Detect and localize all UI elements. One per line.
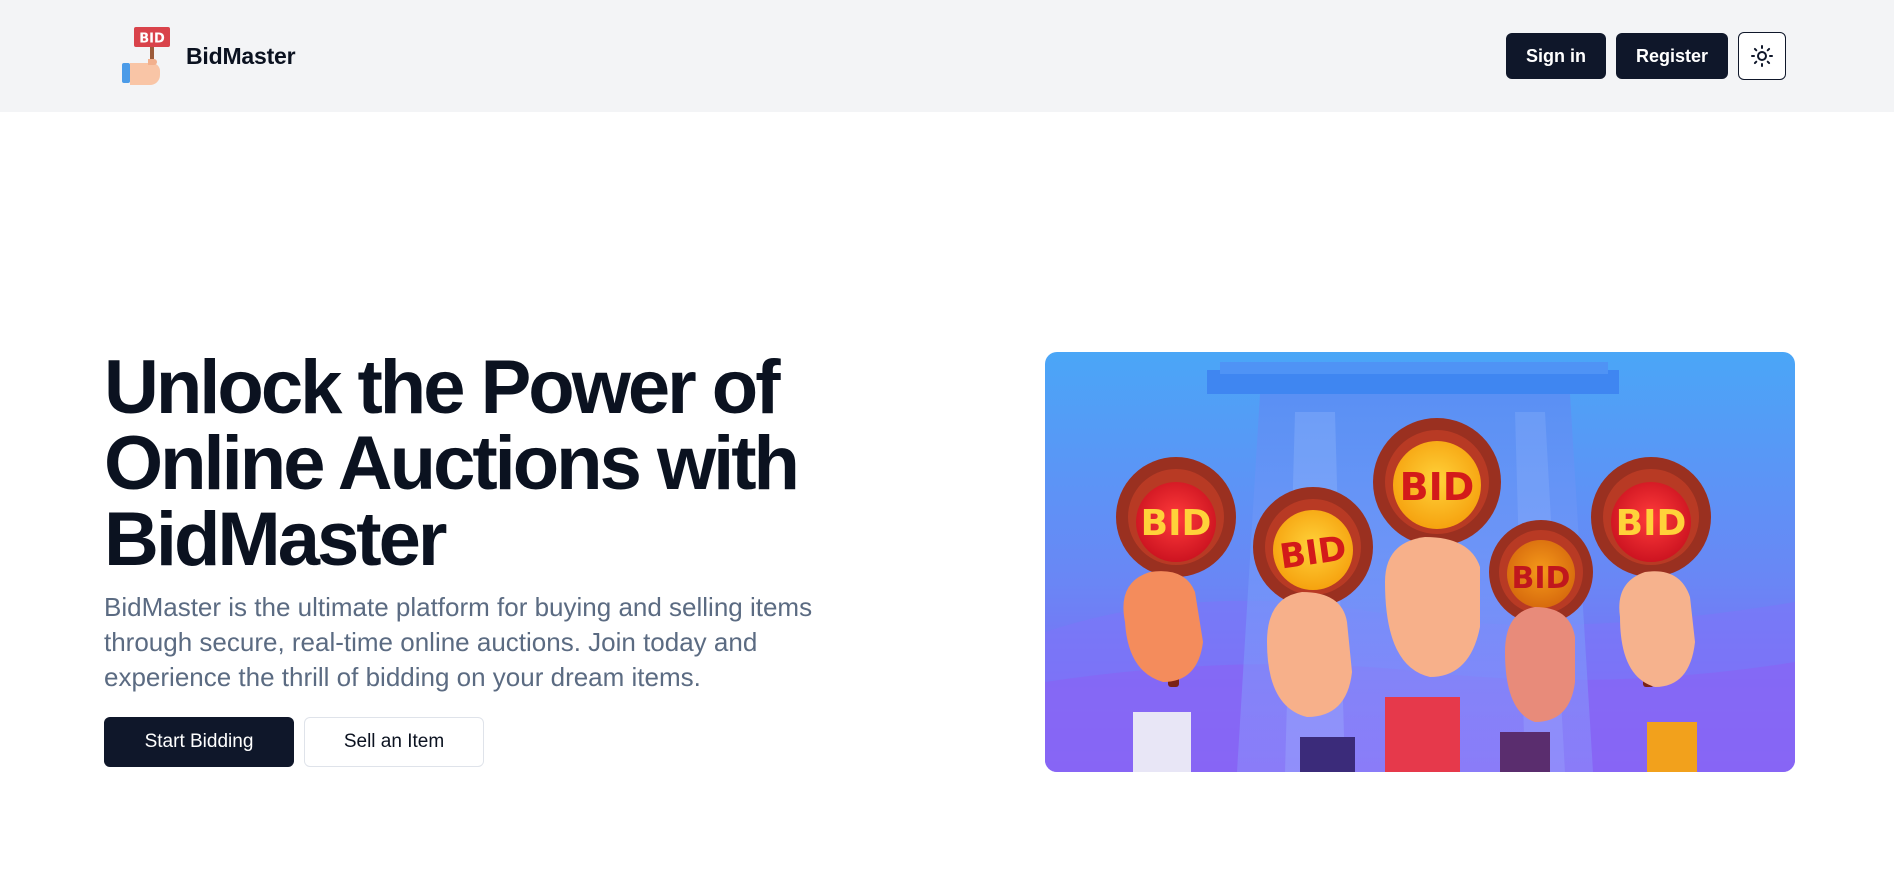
header-actions: Sign in Register	[1505, 32, 1786, 80]
bid-paddle-logo-icon: BID	[122, 27, 170, 85]
svg-text:BID: BID	[139, 32, 165, 47]
svg-text:BID: BID	[1616, 503, 1687, 544]
svg-text:BID: BID	[1400, 465, 1475, 509]
brand-link[interactable]: BID BidMaster	[120, 25, 296, 87]
svg-text:BID: BID	[1141, 503, 1212, 544]
register-button[interactable]: Register	[1615, 33, 1728, 79]
hero-buttons: Start Bidding Sell an Item	[104, 717, 864, 767]
sell-item-button[interactable]: Sell an Item	[304, 717, 484, 767]
hero-description: BidMaster is the ultimate platform for b…	[104, 592, 813, 692]
sun-icon	[1751, 45, 1773, 67]
brand-name: BidMaster	[186, 42, 296, 69]
hero-section: Unlock the Power of Online Auctions with…	[104, 350, 864, 767]
top-navbar: BID BidMaster Sign in Register	[0, 0, 1894, 112]
sign-in-button[interactable]: Sign in	[1505, 33, 1606, 79]
start-bidding-button[interactable]: Start Bidding	[104, 717, 294, 767]
hero-title: Unlock the Power of Online Auctions with…	[104, 345, 800, 582]
auction-paddles-illustration: BID BID BID BID BID	[1045, 352, 1795, 772]
theme-toggle-button[interactable]	[1738, 32, 1786, 80]
svg-text:BID: BID	[1512, 561, 1571, 596]
hero-illustration: BID BID BID BID BID	[1045, 352, 1795, 772]
